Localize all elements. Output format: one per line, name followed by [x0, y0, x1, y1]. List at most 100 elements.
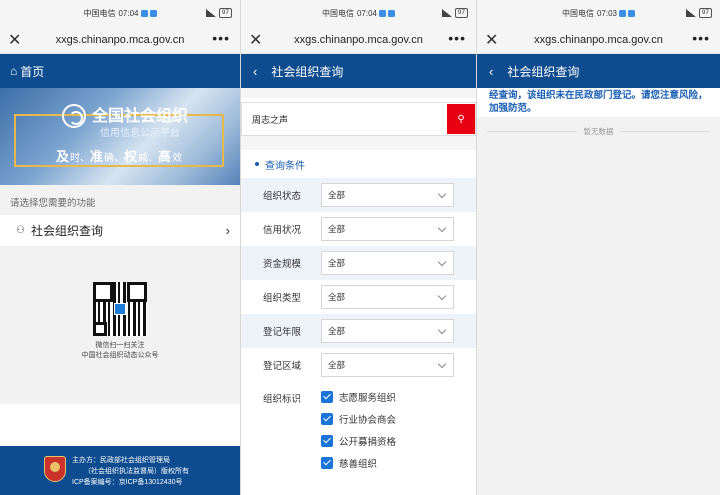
chevron-down-icon: [437, 189, 447, 199]
home-header: ⌂ 首页: [0, 54, 240, 88]
empty-text: 暂无数据: [583, 127, 614, 136]
status-right: 97: [685, 8, 712, 18]
filter-org-status: 组织状态 全部: [241, 178, 476, 212]
chevron-down-icon: [437, 325, 447, 335]
select-value: 全部: [328, 258, 346, 268]
checkbox-label: 慈善组织: [339, 459, 378, 470]
chevron-down-icon: [437, 257, 447, 267]
chevron-down-icon: [437, 291, 447, 301]
url-text: xxgs.chinanpo.mca.gov.cn: [294, 33, 423, 46]
spacer: [241, 136, 476, 150]
query-screen: 中国电信 07:04 97 ✕ xxgs.chinanpo.mca.gov.cn…: [241, 0, 476, 495]
menu-item-label: 社会组织查询: [30, 224, 103, 238]
banner-title: 全国社会组织: [92, 108, 189, 125]
org-marks: 组织标识 志愿服务组织 行业协会商会 公开募捐资格 慈善组织: [241, 390, 476, 470]
search-button[interactable]: ⚲: [447, 104, 475, 134]
banner-slogan: 及时、准确、权威、高效: [56, 149, 183, 164]
home-title[interactable]: 首页: [20, 63, 44, 80]
close-icon[interactable]: ✕: [8, 30, 21, 50]
filter-label: 组织标识: [263, 394, 302, 405]
condition-title-label: 查询条件: [265, 160, 305, 172]
checkbox-checked-icon[interactable]: [321, 457, 333, 469]
checkbox-checked-icon[interactable]: [321, 391, 333, 403]
filter-select[interactable]: 全部: [321, 217, 454, 241]
clock: 07:04: [356, 8, 378, 18]
more-icon[interactable]: •••: [692, 30, 710, 46]
footer: 主办方：民政部社会组织管理局 （社会组织执法监督局）版权所有 ICP备案编号：京…: [0, 446, 240, 495]
browser-bar: ✕ xxgs.chinanpo.mca.gov.cn •••: [477, 26, 720, 54]
status-right: 97: [205, 8, 232, 18]
notification-icon: [379, 9, 387, 17]
url-text: xxgs.chinanpo.mca.gov.cn: [534, 33, 663, 46]
clock: 07:04: [118, 8, 139, 18]
notification-icon: [628, 9, 636, 17]
org-tree-icon: ⚇: [16, 225, 25, 236]
empty-state: 暂无数据: [477, 117, 720, 495]
filter-select[interactable]: 全部: [321, 251, 454, 275]
checkbox-public-fundraising[interactable]: 公开募捐资格: [321, 434, 396, 448]
chevron-down-icon: [437, 223, 447, 233]
platform-logo-icon: [62, 104, 86, 128]
filter-label: 资金规模: [263, 259, 302, 270]
signal-icon: [441, 9, 452, 17]
battery-icon: 97: [698, 8, 712, 18]
chevron-down-icon: [437, 359, 447, 369]
filter-select[interactable]: 全部: [321, 353, 454, 377]
back-icon[interactable]: ‹: [489, 64, 493, 79]
filter-label: 登记区域: [263, 361, 302, 372]
footer-line: （社会组织执法监督局）版权所有: [84, 468, 189, 475]
notification-icon: [140, 9, 148, 17]
result-notice: 经查询，该组织未在民政部门登记。请您注意风险，加强防范。: [489, 90, 708, 114]
bullet-icon: [255, 162, 259, 166]
qr-code-icon: [93, 282, 147, 336]
page-title: 社会组织查询: [507, 64, 580, 79]
status-bar: 中国电信 07:04 97: [241, 0, 476, 26]
spacer: [241, 88, 476, 98]
select-value: 全部: [328, 292, 346, 302]
select-value: 全部: [328, 190, 346, 200]
more-icon[interactable]: •••: [212, 30, 230, 46]
qr-caption: 微信扫一扫关注: [95, 342, 145, 349]
checkbox-label: 行业协会商会: [339, 415, 397, 426]
menu-item-org-query[interactable]: ⚇ 社会组织查询 ›: [0, 215, 240, 247]
browser-bar: ✕ xxgs.chinanpo.mca.gov.cn •••: [0, 26, 240, 54]
clock: 07:03: [596, 8, 618, 18]
banner-subtitle: 信用信息公示平台: [100, 128, 180, 139]
checkbox-volunteer[interactable]: 志愿服务组织: [321, 390, 396, 404]
filter-fund-scale: 资金规模 全部: [241, 246, 476, 280]
filter-reg-region: 登记区域 全部: [241, 348, 476, 382]
home-screen: 中国电信 07:04 97 ✕ xxgs.chinanpo.mca.gov.cn…: [0, 0, 240, 495]
signal-icon: [685, 9, 696, 17]
select-value: 全部: [328, 360, 346, 370]
result-header: ‹ 社会组织查询: [477, 54, 720, 88]
home-icon[interactable]: ⌂: [10, 64, 17, 78]
checkbox-checked-icon[interactable]: [321, 435, 333, 447]
search-box: ⚲: [241, 102, 476, 136]
more-icon[interactable]: •••: [448, 30, 466, 46]
select-value: 全部: [328, 326, 346, 336]
search-icon: ⚲: [457, 113, 465, 125]
search-input[interactable]: [242, 104, 447, 134]
status-bar: 中国电信 07:04 97: [0, 0, 240, 26]
filter-select[interactable]: 全部: [321, 285, 454, 309]
filter-credit-status: 信用状况 全部: [241, 212, 476, 246]
footer-line: ICP备案编号：京ICP备13012430号: [72, 479, 183, 486]
filter-select[interactable]: 全部: [321, 319, 454, 343]
close-icon[interactable]: ✕: [485, 30, 498, 50]
checkbox-checked-icon[interactable]: [321, 413, 333, 425]
checkbox-label: 公开募捐资格: [339, 437, 397, 448]
emblem-icon: [44, 456, 66, 482]
checkbox-charity[interactable]: 慈善组织: [321, 456, 396, 470]
close-icon[interactable]: ✕: [249, 30, 262, 50]
notification-icon: [149, 9, 157, 17]
back-icon[interactable]: ‹: [253, 64, 257, 79]
notification-icon: [619, 9, 627, 17]
select-value: 全部: [328, 224, 346, 234]
function-title: 请选择您需要的功能: [0, 185, 240, 215]
footer-line: 主办方：民政部社会组织管理局: [72, 457, 170, 464]
filter-label: 组织类型: [263, 293, 302, 304]
filter-select[interactable]: 全部: [321, 183, 454, 207]
chevron-right-icon: ›: [225, 223, 230, 238]
qr-caption: 中国社会组织动态公众号: [81, 352, 159, 359]
checkbox-industry-assoc[interactable]: 行业协会商会: [321, 412, 396, 426]
